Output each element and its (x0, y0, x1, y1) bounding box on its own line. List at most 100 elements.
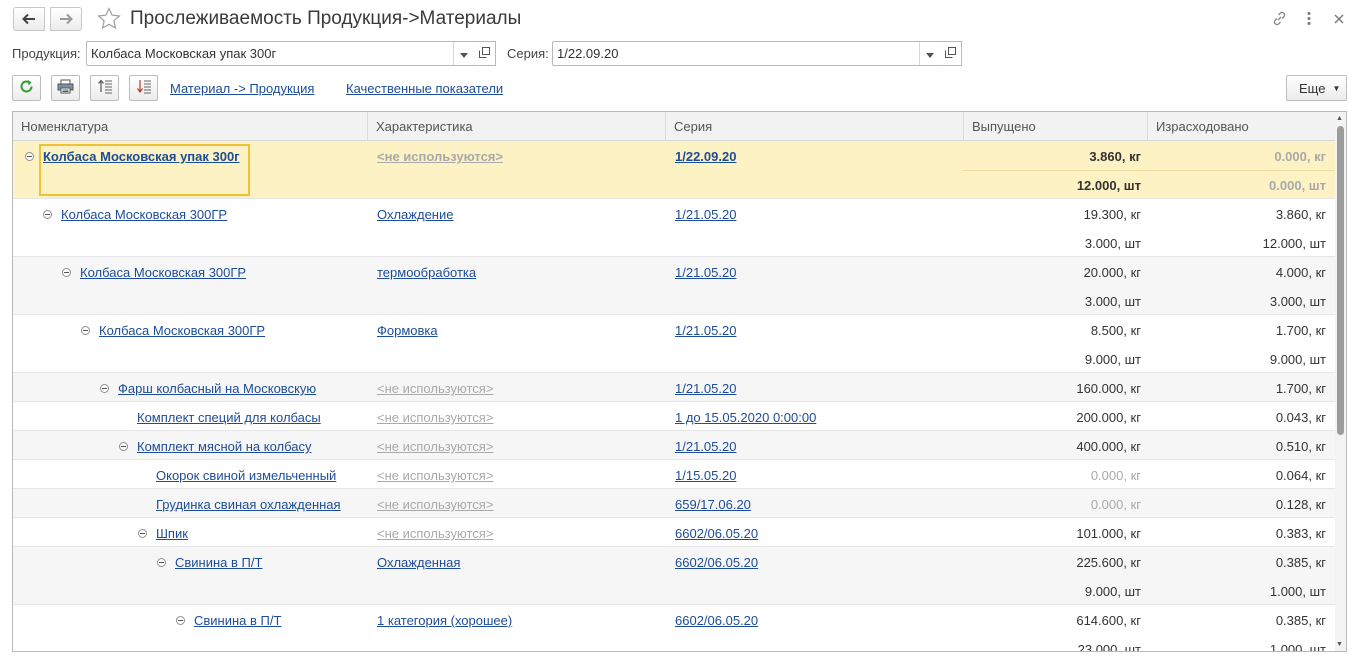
series-cell[interactable]: 1/21.05.20 (675, 323, 736, 338)
scroll-down-icon[interactable]: ▼ (1336, 641, 1343, 648)
characteristic-cell[interactable]: термообработка (377, 265, 476, 280)
nomenclature-cell[interactable]: Комплект мясной на колбасу (137, 439, 312, 454)
column-header-consumed[interactable]: Израсходовано (1148, 112, 1335, 140)
series-cell[interactable]: 1/15.05.20 (675, 468, 736, 483)
window-title: Прослеживаемость Продукция->Материалы (130, 8, 522, 29)
product-field-value[interactable]: Колбаса Московская упак 300г (87, 42, 453, 65)
print-button[interactable] (51, 75, 80, 101)
consumed-cell: 0.128, кг (1275, 497, 1326, 512)
back-arrow-icon (22, 13, 36, 25)
series-cell[interactable]: 1 до 15.05.2020 0:00:00 (675, 410, 816, 425)
nomenclature-cell[interactable]: Грудинка свиная охлажденная (156, 497, 341, 512)
scrollbar-thumb[interactable] (1337, 126, 1344, 435)
table-row[interactable]: Свинина в П/Т Охлажденная 6602/06.05.20 … (13, 547, 1335, 605)
product-dropdown-button[interactable] (453, 42, 474, 65)
collapse-toggle-icon[interactable] (43, 210, 52, 219)
column-header-series[interactable]: Серия (666, 112, 964, 140)
characteristic-cell[interactable]: <не используются> (377, 149, 503, 164)
collapse-toggle-icon[interactable] (157, 558, 166, 567)
nomenclature-cell[interactable]: Окорок свиной измельченный (156, 468, 336, 483)
title-bar: Прослеживаемость Продукция->Материалы (0, 0, 1366, 40)
table-row[interactable]: Фарш колбасный на Московскую <не использ… (13, 373, 1335, 402)
product-label: Продукция: (12, 46, 81, 61)
nomenclature-cell[interactable]: Свинина в П/Т (194, 613, 281, 628)
column-header-characteristic[interactable]: Характеристика (368, 112, 666, 140)
back-button[interactable] (13, 7, 45, 31)
nomenclature-cell[interactable]: Колбаса Московская 300ГР (80, 265, 246, 280)
collapse-toggle-icon[interactable] (81, 326, 90, 335)
collapse-toggle-icon[interactable] (62, 268, 71, 277)
characteristic-cell[interactable]: <не используются> (377, 381, 493, 396)
collapse-tree-button[interactable] (129, 75, 158, 101)
characteristic-cell[interactable]: <не используются> (377, 468, 493, 483)
nomenclature-cell[interactable]: Шпик (156, 526, 188, 541)
more-vertical-icon[interactable] (1303, 10, 1315, 30)
nomenclature-cell[interactable]: Колбаса Московская упак 300г (43, 149, 240, 164)
forward-button[interactable] (50, 7, 82, 31)
collapse-toggle-icon[interactable] (176, 616, 185, 625)
star-icon[interactable] (97, 7, 121, 33)
series-cell[interactable]: 6602/06.05.20 (675, 526, 758, 541)
series-cell[interactable]: 6602/06.05.20 (675, 613, 758, 628)
series-dropdown-button[interactable] (919, 42, 940, 65)
table-row[interactable]: Шпик <не используются> 6602/06.05.20 101… (13, 518, 1335, 547)
characteristic-cell[interactable]: Формовка (377, 323, 438, 338)
nomenclature-cell[interactable]: Колбаса Московская 300ГР (61, 207, 227, 222)
table-row[interactable]: Комплект специй для колбасы <не использу… (13, 402, 1335, 431)
table-row[interactable]: Колбаса Московская упак 300г <не использ… (13, 141, 1335, 199)
series-cell[interactable]: 6602/06.05.20 (675, 555, 758, 570)
nomenclature-cell[interactable]: Колбаса Московская 300ГР (99, 323, 265, 338)
product-open-button[interactable] (474, 41, 496, 66)
table-row[interactable]: Комплект мясной на колбасу <не использую… (13, 431, 1335, 460)
refresh-button[interactable] (12, 75, 41, 101)
released-cell-units: 9.000, шт (1084, 352, 1141, 367)
series-field-value[interactable]: 1/22.09.20 (553, 42, 919, 65)
series-cell[interactable]: 1/22.09.20 (675, 149, 736, 164)
consumed-cell: 0.383, кг (1275, 526, 1326, 541)
series-cell[interactable]: 659/17.06.20 (675, 497, 751, 512)
released-cell: 0.000, кг (1090, 497, 1141, 512)
series-open-button[interactable] (940, 41, 962, 66)
collapse-toggle-icon[interactable] (119, 442, 128, 451)
collapse-toggle-icon[interactable] (25, 152, 34, 161)
column-header-released[interactable]: Выпущено (964, 112, 1148, 140)
series-cell[interactable]: 1/21.05.20 (675, 439, 736, 454)
collapse-toggle-icon[interactable] (138, 529, 147, 538)
quality-indicators-link[interactable]: Качественные показатели (346, 81, 503, 96)
table-row[interactable]: Колбаса Московская 300ГР Формовка 1/21.0… (13, 315, 1335, 373)
close-icon[interactable] (1332, 10, 1346, 30)
row-divider (963, 170, 1335, 171)
series-field[interactable]: 1/22.09.20 (552, 41, 941, 66)
released-cell: 200.000, кг (1076, 410, 1141, 425)
expand-tree-button[interactable] (90, 75, 119, 101)
table-row[interactable]: Свинина в П/Т 1 категория (хорошее) 6602… (13, 605, 1335, 651)
nomenclature-cell[interactable]: Комплект специй для колбасы (137, 410, 321, 425)
series-cell[interactable]: 1/21.05.20 (675, 207, 736, 222)
characteristic-cell[interactable]: <не используются> (377, 410, 493, 425)
characteristic-cell[interactable]: 1 категория (хорошее) (377, 613, 512, 628)
characteristic-cell[interactable]: <не используются> (377, 526, 493, 541)
series-cell[interactable]: 1/21.05.20 (675, 265, 736, 280)
characteristic-cell[interactable]: Охлаждение (377, 207, 453, 222)
column-header-nomenclature[interactable]: Номенклатура (13, 112, 368, 140)
scroll-up-icon[interactable]: ▲ (1336, 115, 1343, 122)
traceability-grid[interactable]: Номенклатура Характеристика Серия Выпуще… (12, 111, 1347, 652)
table-row[interactable]: Грудинка свиная охлажденная <не использу… (13, 489, 1335, 518)
table-row[interactable]: Колбаса Московская 300ГР Охлаждение 1/21… (13, 199, 1335, 257)
vertical-scrollbar[interactable]: ▲ ▼ (1335, 112, 1346, 651)
characteristic-cell[interactable]: Охлажденная (377, 555, 460, 570)
product-field[interactable]: Колбаса Московская упак 300г (86, 41, 475, 66)
collapse-toggle-icon[interactable] (100, 384, 109, 393)
released-cell-units: 12.000, шт (1076, 178, 1141, 193)
material-product-link[interactable]: Материал -> Продукция (170, 81, 314, 96)
characteristic-cell[interactable]: <не используются> (377, 497, 493, 512)
series-cell[interactable]: 1/21.05.20 (675, 381, 736, 396)
nomenclature-cell[interactable]: Свинина в П/Т (175, 555, 262, 570)
characteristic-cell[interactable]: <не используются> (377, 439, 493, 454)
released-cell: 19.300, кг (1083, 207, 1141, 222)
table-row[interactable]: Колбаса Московская 300ГР термообработка … (13, 257, 1335, 315)
link-icon[interactable] (1271, 10, 1288, 30)
more-button[interactable]: Еще ▼ (1286, 75, 1347, 101)
table-row[interactable]: Окорок свиной измельченный <не использую… (13, 460, 1335, 489)
nomenclature-cell[interactable]: Фарш колбасный на Московскую (118, 381, 316, 396)
